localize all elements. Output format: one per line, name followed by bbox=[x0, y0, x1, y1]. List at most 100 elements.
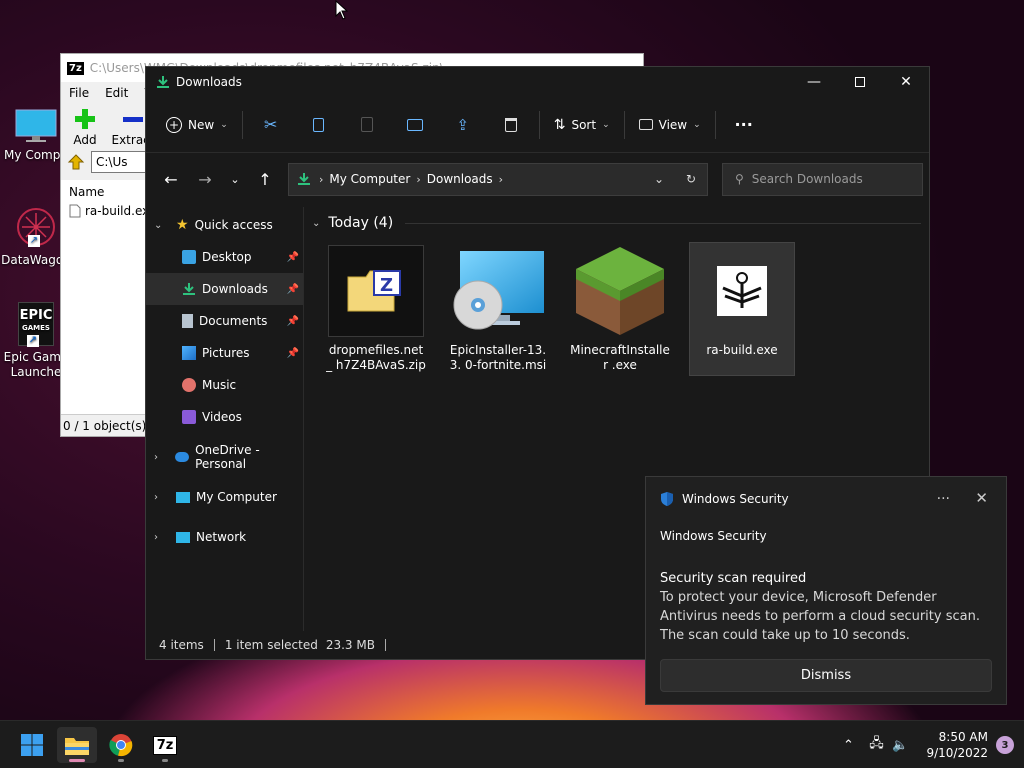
clock[interactable]: 8:50 AM 9/10/2022 bbox=[926, 729, 988, 761]
chrome-icon bbox=[109, 734, 133, 757]
taskbar: 7z ⌃ 🖧 🔈 8:50 AM 9/10/2022 3 bbox=[0, 720, 1024, 768]
taskbar-chrome[interactable] bbox=[101, 727, 141, 763]
dismiss-button[interactable]: Dismiss bbox=[660, 659, 992, 692]
navigation-bar: ← → ⌄ ↑ › My Computer › Downloads › ⌄ ↻ … bbox=[146, 153, 929, 205]
breadcrumb-downloads[interactable]: Downloads bbox=[427, 172, 493, 186]
notification-title: Security scan required bbox=[660, 571, 807, 586]
network-icon[interactable]: 🖧 bbox=[864, 734, 888, 756]
menu-edit[interactable]: Edit bbox=[97, 86, 136, 100]
shortcut-arrow-icon: ↗ bbox=[27, 335, 39, 347]
file-item-minecraft[interactable]: MinecraftInstaller .exe bbox=[568, 243, 672, 375]
security-notification[interactable]: Windows Security ··· ✕ Windows Security … bbox=[645, 476, 1007, 705]
notification-app-name: Windows Security bbox=[682, 492, 789, 506]
paste-button[interactable] bbox=[343, 109, 391, 141]
up-folder-icon[interactable] bbox=[67, 153, 85, 171]
refresh-button[interactable]: ↻ bbox=[675, 172, 707, 186]
sidebar-item-onedrive[interactable]: › OneDrive - Personal bbox=[146, 441, 303, 473]
sidebar-item-quick-access[interactable]: ⌄ ★ Quick access bbox=[146, 209, 303, 241]
file-item-msi[interactable]: EpicInstaller-13.3. 0-fortnite.msi bbox=[446, 243, 550, 375]
network-icon bbox=[176, 531, 190, 543]
file-item-ra-build[interactable]: ra-build.exe bbox=[689, 242, 795, 376]
file-item-label: dropmefiles.net_ h7Z4BAvaS.zip bbox=[326, 343, 426, 372]
close-button[interactable]: ✕ bbox=[883, 67, 929, 97]
status-selection: 1 item selected bbox=[224, 638, 318, 652]
downloads-icon bbox=[298, 173, 310, 185]
sidebar-item-documents[interactable]: Documents 📌 bbox=[146, 305, 303, 337]
sort-label: Sort bbox=[571, 117, 597, 132]
copy-icon bbox=[313, 117, 325, 132]
recent-locations-button[interactable]: ⌄ bbox=[222, 163, 248, 195]
rename-button[interactable] bbox=[391, 109, 439, 141]
file-item-label: EpicInstaller-13.3. 0-fortnite.msi bbox=[449, 343, 547, 372]
minimize-button[interactable]: — bbox=[791, 67, 837, 97]
notification-more-button[interactable]: ··· bbox=[937, 491, 950, 507]
taskbar-7zip[interactable]: 7z bbox=[145, 727, 185, 763]
sidebar-item-videos[interactable]: Videos bbox=[146, 401, 303, 433]
address-bar[interactable]: › My Computer › Downloads › ⌄ ↻ bbox=[288, 162, 708, 196]
up-button[interactable]: ↑ bbox=[248, 163, 282, 195]
file-icon bbox=[69, 204, 81, 218]
menu-file[interactable]: File bbox=[61, 86, 97, 100]
group-header-today[interactable]: ⌄ Today (4) bbox=[304, 207, 929, 239]
forward-button[interactable]: → bbox=[188, 163, 222, 195]
delete-button[interactable] bbox=[487, 109, 535, 141]
chevron-down-icon[interactable]: ⌄ bbox=[154, 220, 168, 231]
downloads-icon bbox=[157, 76, 169, 88]
chevron-right-icon[interactable]: › bbox=[154, 492, 168, 503]
notification-close-button[interactable]: ✕ bbox=[975, 489, 988, 507]
maximize-button[interactable] bbox=[837, 67, 883, 97]
search-box[interactable]: ⚲ bbox=[722, 162, 923, 196]
cloud-icon bbox=[174, 452, 190, 462]
datawagon-logo-icon: ↗ bbox=[14, 205, 58, 249]
add-button[interactable]: Add bbox=[61, 108, 109, 147]
notification-badge[interactable]: 3 bbox=[996, 736, 1014, 754]
breadcrumb-my-computer[interactable]: My Computer bbox=[329, 172, 410, 186]
view-icon bbox=[638, 119, 653, 130]
new-button[interactable]: + New ⌄ bbox=[156, 109, 238, 141]
games-logo-text: GAMES bbox=[22, 324, 50, 332]
view-button[interactable]: View ⌄ bbox=[629, 109, 711, 141]
address-bar-actions: ⌄ ↻ bbox=[643, 172, 707, 186]
sidebar-item-label: OneDrive - Personal bbox=[195, 443, 260, 471]
running-indicator bbox=[162, 759, 168, 762]
copy-button[interactable] bbox=[295, 109, 343, 141]
sidebar-item-label: Pictures bbox=[202, 346, 250, 360]
sevenzip-path-input[interactable]: C:\Us bbox=[91, 151, 151, 173]
svg-text:Z: Z bbox=[380, 275, 393, 296]
chevron-right-icon[interactable]: › bbox=[154, 452, 167, 463]
status-size: 23.3 MB bbox=[325, 638, 375, 652]
address-dropdown-button[interactable]: ⌄ bbox=[643, 172, 675, 186]
sidebar-item-my-computer[interactable]: › My Computer bbox=[146, 481, 303, 513]
show-hidden-icons-button[interactable]: ⌃ bbox=[836, 738, 860, 753]
explorer-titlebar[interactable]: Downloads — ✕ bbox=[146, 67, 929, 97]
back-button[interactable]: ← bbox=[154, 163, 188, 195]
sort-button[interactable]: ⇅ Sort ⌄ bbox=[544, 109, 620, 141]
clock-date: 9/10/2022 bbox=[926, 746, 988, 760]
see-more-button[interactable]: ··· bbox=[720, 109, 768, 141]
pin-icon: 📌 bbox=[286, 251, 299, 263]
start-button[interactable] bbox=[12, 727, 52, 763]
file-item-zip[interactable]: Z dropmefiles.net_ h7Z4BAvaS.zip bbox=[324, 243, 428, 375]
separator bbox=[714, 110, 716, 139]
sidebar-item-music[interactable]: Music bbox=[146, 369, 303, 401]
sidebar-item-desktop[interactable]: Desktop 📌 bbox=[146, 241, 303, 273]
msi-installer-icon bbox=[450, 245, 546, 337]
sidebar-item-downloads[interactable]: Downloads 📌 bbox=[146, 273, 303, 305]
separator bbox=[538, 110, 540, 139]
file-item-label: MinecraftInstaller .exe bbox=[570, 343, 670, 372]
explorer-title: Downloads bbox=[176, 75, 242, 89]
search-input[interactable] bbox=[751, 172, 912, 186]
chevron-down-icon: ⌄ bbox=[220, 119, 228, 130]
cut-button[interactable]: ✂ bbox=[247, 109, 295, 141]
sidebar-item-network[interactable]: › Network bbox=[146, 521, 303, 553]
plus-icon bbox=[75, 109, 95, 129]
add-label: Add bbox=[73, 133, 97, 147]
chevron-right-icon[interactable]: › bbox=[154, 532, 168, 543]
volume-icon[interactable]: 🔈 bbox=[888, 738, 912, 753]
share-button[interactable]: ⇪ bbox=[439, 109, 487, 141]
taskbar-file-explorer[interactable] bbox=[57, 727, 97, 763]
clock-time: 8:50 AM bbox=[938, 730, 988, 744]
zip-file-icon: Z bbox=[328, 245, 424, 337]
status-separator bbox=[213, 639, 215, 651]
sidebar-item-pictures[interactable]: Pictures 📌 bbox=[146, 337, 303, 369]
